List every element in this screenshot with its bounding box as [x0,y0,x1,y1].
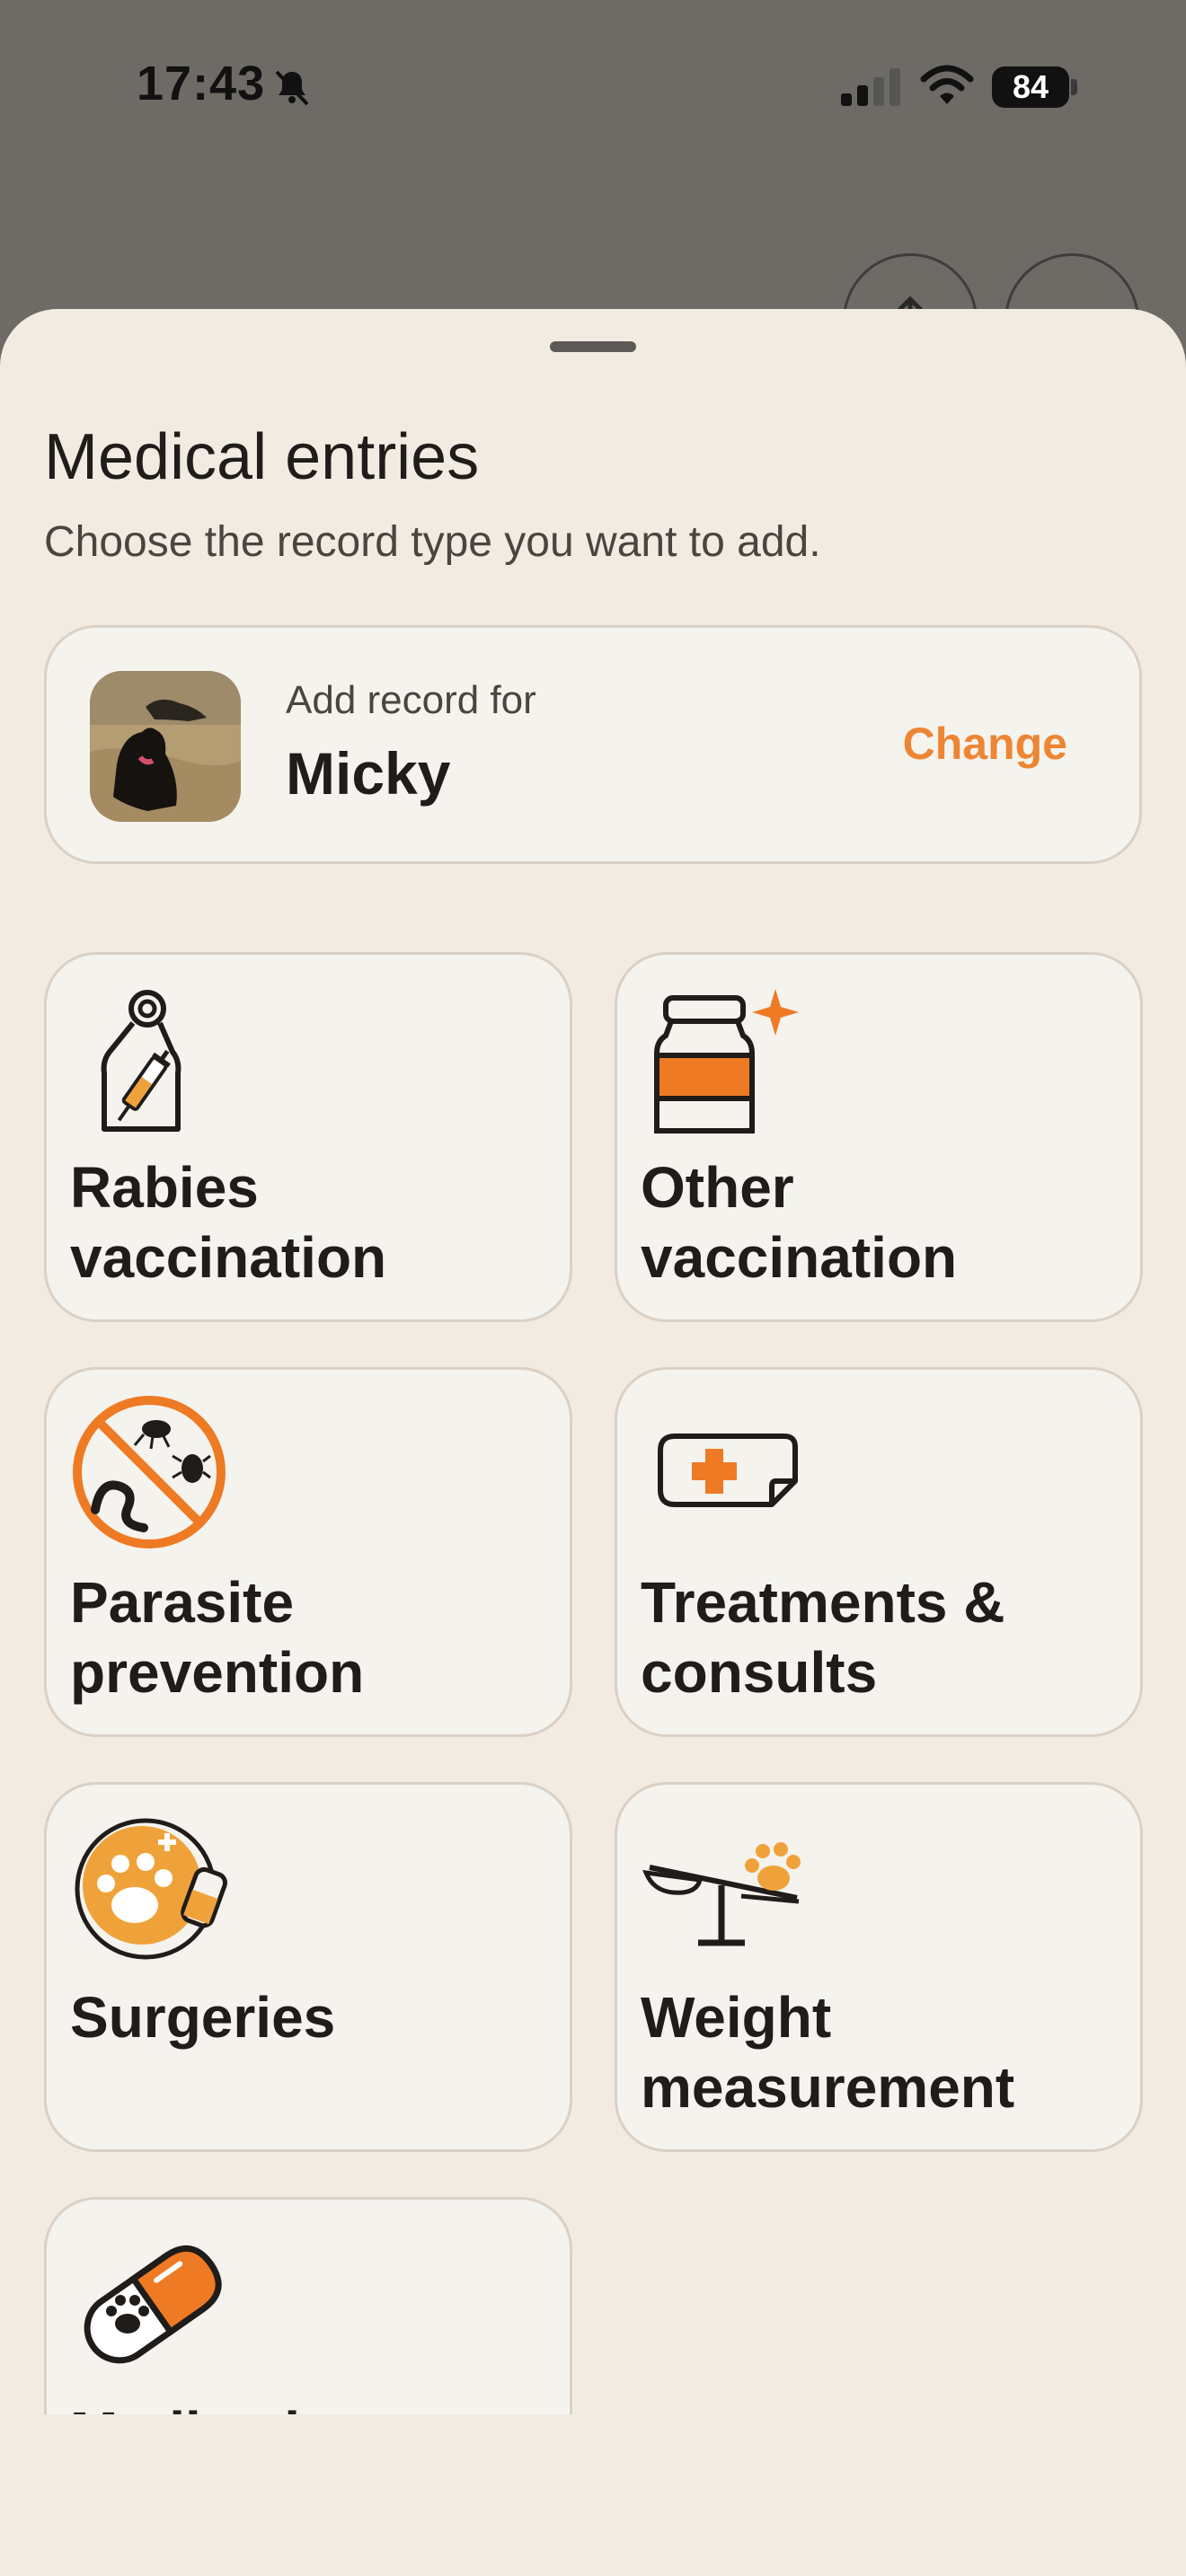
record-type-rabies-vaccination[interactable]: Rabies vaccination [44,952,572,1322]
record-type-label: Rabies vaccination [70,1155,387,1290]
record-type-surgeries[interactable]: Surgeries [44,1782,572,2152]
paw-pill-icon [84,2245,222,2364]
battery-level: 84 [992,66,1069,108]
record-type-weight-measurement[interactable]: Weight measurement [615,1782,1143,2152]
sheet-subtitle: Choose the record type you want to add. [44,518,821,566]
record-type-label: Medication [70,2397,555,2414]
no-parasites-icon [73,1396,226,1548]
record-type-treatments-consults[interactable]: Treatments & consults [615,1367,1143,1737]
record-type-label: Weight measurement [641,1985,1015,2120]
record-type-grid: Rabies vaccination Other vaccination Par… [0,620,1186,2414]
record-type-parasite-prevention[interactable]: Parasite prevention [44,1367,572,1737]
cellular-signal-icon [841,68,900,106]
record-type-medication[interactable]: Medication [44,2197,572,2414]
battery-cap [1071,79,1077,95]
record-type-label: Parasite prevention [70,1570,365,1705]
sheet-grabber[interactable] [550,341,636,352]
sheet-title: Medical entries [44,421,480,493]
surgery-paw-icon [75,1818,227,1960]
bell-muted-icon [275,70,309,106]
record-type-label: Treatments & consults [641,1570,1005,1705]
record-type-label: Other vaccination [641,1155,958,1290]
status-time: 17:43 [137,57,266,110]
vaccine-vial-icon [654,989,799,1134]
status-bar: 17:43 84 [0,0,1186,180]
scale-icon [642,1842,801,1946]
record-type-label: Surgeries [70,1985,336,2050]
wifi-icon [920,65,974,104]
medical-bandage-icon [658,1434,798,1507]
rabies-tag-syringe-icon [101,990,181,1132]
battery-icon: 84 [992,66,1078,108]
record-type-other-vaccination[interactable]: Other vaccination [615,952,1143,1322]
